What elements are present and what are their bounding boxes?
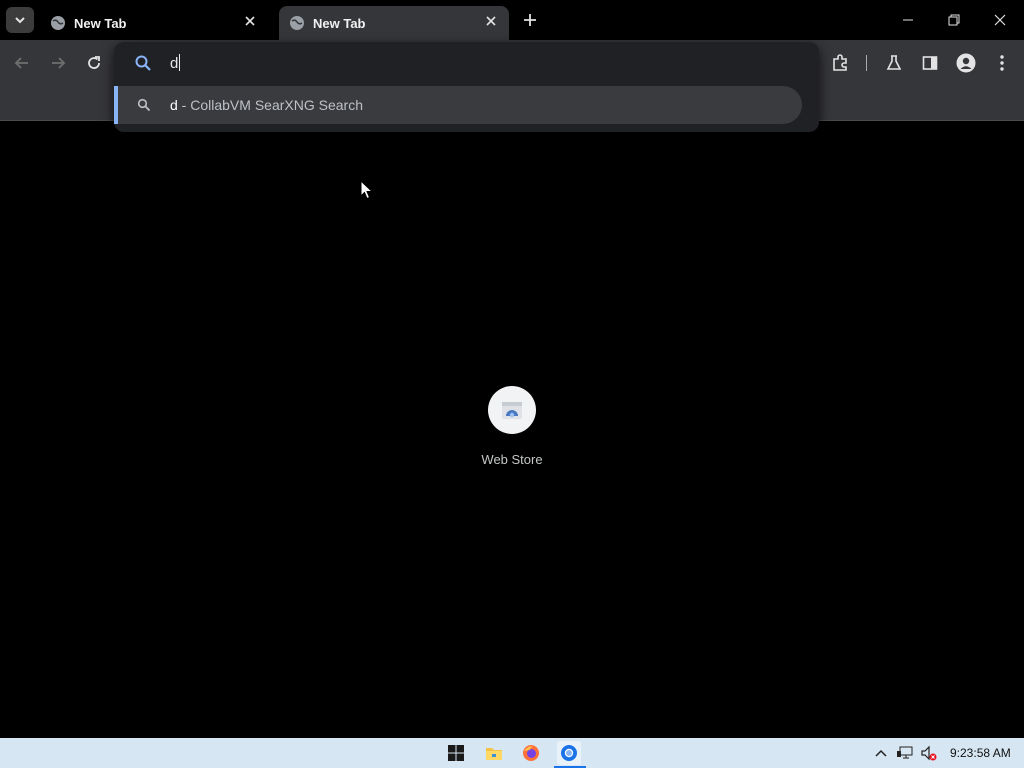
- tab-search-button[interactable]: [6, 7, 34, 33]
- close-icon: [245, 16, 255, 26]
- mouse-cursor-icon: [360, 180, 374, 200]
- tab-title: New Tab: [313, 15, 366, 31]
- close-icon: [994, 14, 1006, 26]
- show-hidden-icons-button[interactable]: [873, 745, 889, 761]
- volume-muted-icon: [921, 745, 937, 761]
- windows-start-icon: [448, 745, 464, 761]
- folder-icon: [486, 748, 502, 760]
- extensions-button[interactable]: [829, 52, 851, 74]
- forward-button[interactable]: [47, 52, 69, 74]
- new-tab-button[interactable]: [520, 10, 540, 30]
- flask-icon: [886, 55, 902, 70]
- side-panel-icon: [922, 56, 938, 70]
- close-icon: [486, 16, 496, 26]
- volume-button[interactable]: [921, 745, 937, 761]
- puzzle-icon: [833, 54, 847, 71]
- shortcut-web-store[interactable]: Web Store: [472, 386, 552, 467]
- chevron-up-icon: [875, 749, 887, 757]
- avatar-icon: [956, 53, 976, 73]
- back-button[interactable]: [11, 52, 33, 74]
- omnibox-dropdown: d d - CollabVM SearXNG Search: [114, 42, 819, 132]
- chrome-button[interactable]: [557, 741, 581, 765]
- suggestion-text: d - CollabVM SearXNG Search: [170, 97, 363, 113]
- chrome-icon: [561, 745, 577, 761]
- tab-title: New Tab: [74, 15, 127, 31]
- firefox-button[interactable]: [519, 741, 543, 765]
- suggestion-selection-indicator: [114, 86, 118, 124]
- reload-button[interactable]: [83, 52, 105, 74]
- minimize-button[interactable]: [898, 10, 918, 30]
- close-tab-button[interactable]: [242, 13, 258, 29]
- taskbar-clock[interactable]: 9:23:58 AM: [950, 746, 1011, 760]
- tab-new-tab-2[interactable]: New Tab: [279, 6, 509, 40]
- taskbar: 9:23:58 AM: [0, 738, 1024, 768]
- plus-icon: [524, 14, 536, 26]
- restore-button[interactable]: [944, 10, 964, 30]
- globe-icon: [50, 15, 66, 31]
- web-store-icon: [502, 402, 522, 419]
- menu-button[interactable]: [991, 52, 1013, 74]
- more-vert-icon: [1000, 55, 1004, 71]
- close-tab-button[interactable]: [483, 13, 499, 29]
- firefox-icon: [523, 745, 539, 761]
- profile-button[interactable]: [955, 52, 977, 74]
- network-button[interactable]: [897, 745, 913, 761]
- tab-strip: New Tab New Tab: [0, 0, 1024, 40]
- suggestion-query: d: [170, 97, 178, 113]
- search-icon: [135, 55, 151, 71]
- search-icon: [137, 98, 151, 112]
- labs-button[interactable]: [883, 52, 905, 74]
- file-explorer-button[interactable]: [482, 741, 506, 765]
- omnibox-suggestion[interactable]: d - CollabVM SearXNG Search: [114, 86, 802, 124]
- text-caret: [179, 54, 181, 71]
- chevron-down-icon: [15, 17, 25, 24]
- restore-icon: [948, 14, 960, 26]
- shortcut-label: Web Store: [481, 452, 543, 467]
- arrow-left-icon: [14, 57, 28, 69]
- shortcut-tile: [488, 386, 536, 434]
- tab-new-tab-1[interactable]: New Tab: [40, 6, 268, 40]
- globe-icon: [289, 15, 305, 31]
- omnibox[interactable]: d: [114, 42, 819, 84]
- suggestion-provider: - CollabVM SearXNG Search: [177, 97, 363, 113]
- start-button[interactable]: [444, 741, 468, 765]
- omnibox-input[interactable]: d: [170, 54, 181, 72]
- minimize-icon: [903, 19, 913, 21]
- reload-icon: [88, 56, 100, 69]
- side-panel-button[interactable]: [919, 52, 941, 74]
- network-icon: [897, 746, 913, 759]
- arrow-right-icon: [52, 57, 66, 69]
- close-window-button[interactable]: [990, 10, 1010, 30]
- toolbar-divider: [866, 55, 867, 71]
